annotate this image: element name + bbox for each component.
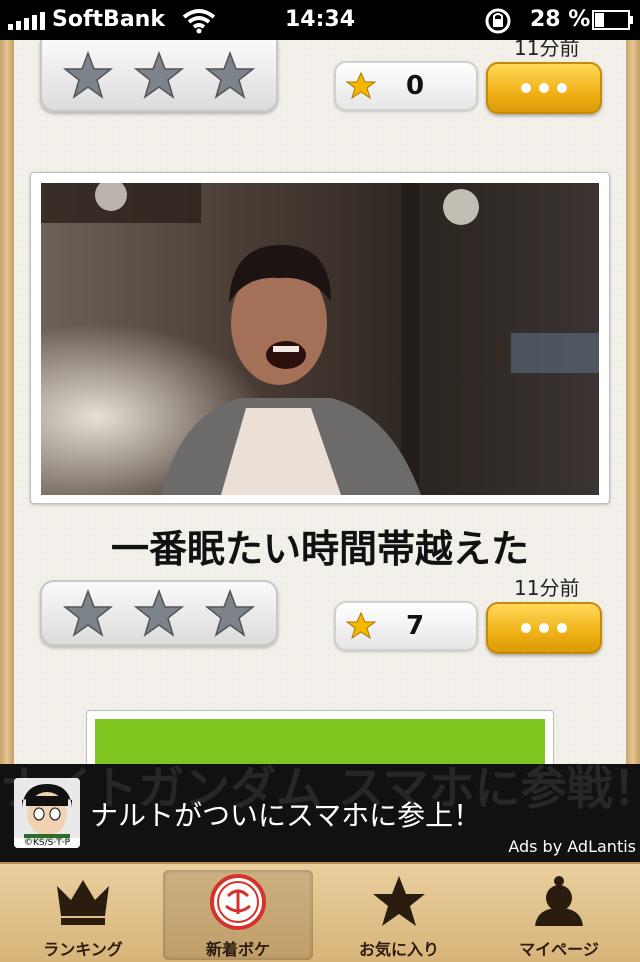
tab-label: 新着ボケ bbox=[205, 940, 270, 959]
star-icon bbox=[373, 876, 425, 926]
boke-caption: 一番眠たい時間帯越えた bbox=[110, 527, 529, 571]
tab-bar: ランキング 新着ボケ お気に入り マイページ bbox=[0, 862, 640, 962]
more-options-button[interactable] bbox=[486, 62, 602, 114]
post-time-ago: 11分前 bbox=[514, 576, 580, 600]
ad-credit: Ads by AdLantis bbox=[508, 837, 636, 856]
dot-icon bbox=[539, 83, 549, 93]
battery-percentage: 28 % bbox=[530, 7, 591, 32]
more-options-button[interactable] bbox=[486, 602, 602, 654]
rotation-lock-icon bbox=[485, 8, 511, 34]
star-rate-button-1[interactable] bbox=[62, 50, 114, 100]
favorite-count: 0 bbox=[406, 71, 425, 101]
boke-photo-card-next[interactable] bbox=[86, 710, 554, 764]
ad-banner[interactable]: ナイトガンダム スマホに参戦！ ©KS/S·T·P ナルトがついにスマホに参上！… bbox=[0, 764, 640, 862]
dot-icon bbox=[539, 623, 549, 633]
star-rate-button-3[interactable] bbox=[204, 50, 256, 100]
dot-icon bbox=[557, 623, 567, 633]
dot-icon bbox=[521, 623, 531, 633]
tab-label: お気に入り bbox=[358, 940, 439, 959]
ad-headline: ナルトがついにスマホに参上！ bbox=[90, 799, 482, 832]
tab-my-page[interactable]: マイページ bbox=[484, 870, 634, 960]
rate-stars-control[interactable] bbox=[40, 580, 278, 646]
wood-frame-left bbox=[0, 40, 14, 764]
boke-photo bbox=[41, 183, 599, 495]
ad-avatar-copyright: ©KS/S·T·P bbox=[14, 838, 80, 848]
favorite-count-display: 0 bbox=[334, 61, 478, 111]
crown-icon bbox=[57, 880, 109, 925]
dot-icon bbox=[557, 83, 567, 93]
dot-icon bbox=[521, 83, 531, 93]
ad-avatar: ©KS/S·T·P bbox=[14, 778, 80, 848]
battery-icon bbox=[592, 10, 633, 30]
boke-feed[interactable]: 11分前 0 一番眠たい時間帯越えた 11分前 7 bbox=[14, 40, 626, 764]
status-bar: SoftBank 14:34 28 % bbox=[0, 0, 640, 40]
star-rate-button-2[interactable] bbox=[133, 50, 185, 100]
carrier-name: SoftBank bbox=[52, 7, 165, 32]
clock: 14:34 bbox=[285, 7, 356, 32]
favorite-count-display: 7 bbox=[334, 601, 478, 651]
boke-badge-icon bbox=[210, 874, 266, 930]
favorite-count: 7 bbox=[406, 611, 425, 641]
tab-favorites[interactable]: お気に入り bbox=[324, 870, 474, 960]
favorite-star-icon bbox=[346, 71, 376, 100]
tab-label: マイページ bbox=[519, 940, 599, 959]
post-time-ago: 11分前 bbox=[514, 40, 580, 60]
star-rate-button-3[interactable] bbox=[204, 588, 256, 638]
favorite-star-icon bbox=[346, 611, 376, 640]
star-rate-button-2[interactable] bbox=[133, 588, 185, 638]
signal-strength-icon bbox=[8, 12, 45, 30]
wood-frame-right bbox=[626, 40, 640, 764]
boke-photo-next bbox=[95, 719, 545, 764]
tab-ranking[interactable]: ランキング bbox=[8, 870, 158, 960]
boke-photo-card[interactable] bbox=[30, 172, 610, 504]
wifi-icon bbox=[182, 9, 216, 34]
tab-label: ランキング bbox=[43, 940, 123, 959]
person-icon bbox=[535, 876, 583, 926]
tab-new-boke[interactable]: 新着ボケ bbox=[163, 870, 313, 960]
star-rate-button-1[interactable] bbox=[62, 588, 114, 638]
rate-stars-control[interactable] bbox=[40, 40, 278, 112]
